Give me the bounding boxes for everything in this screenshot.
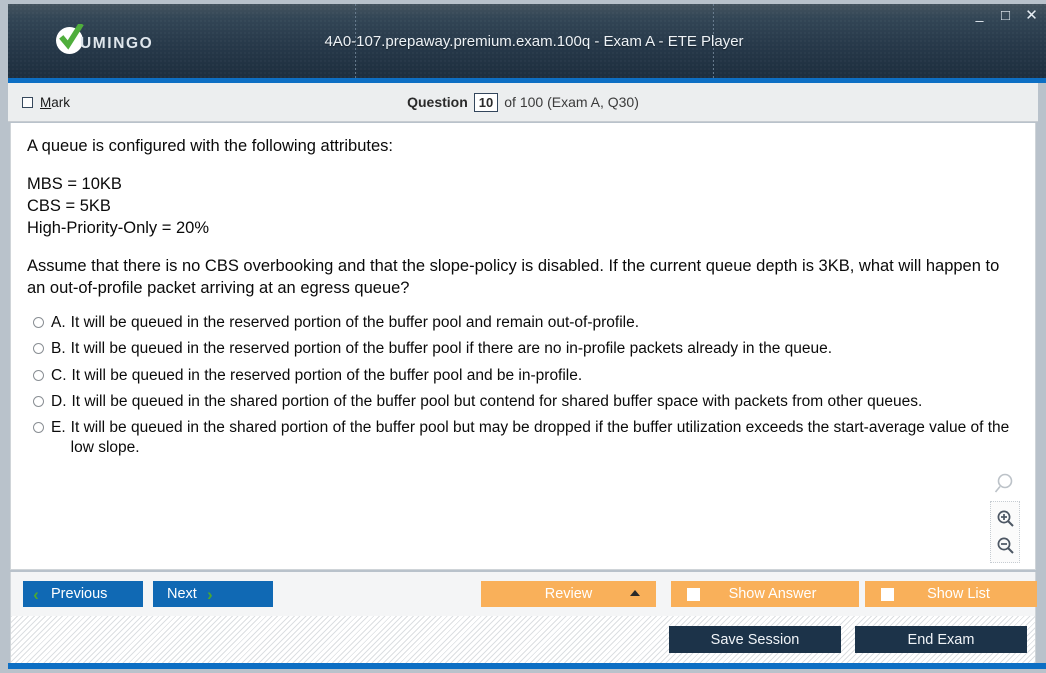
question-body: A queue is configured with the following… xyxy=(27,136,1019,240)
brand-logo: UMINGO xyxy=(56,24,154,54)
show-answer-label: Show Answer xyxy=(728,586,817,602)
option-letter: E. xyxy=(51,418,66,436)
question-attribute-2: High-Priority-Only = 20% xyxy=(27,218,210,237)
question-prompt: Assume that there is no CBS overbooking … xyxy=(27,256,1000,297)
window-title: 4A0-107.prepaway.premium.exam.100q - Exa… xyxy=(324,32,744,50)
option-text: It will be queued in the reserved portio… xyxy=(70,314,640,332)
review-button[interactable]: Review xyxy=(481,581,656,607)
option-letter: D. xyxy=(51,392,67,410)
chevron-left-icon: ‹ xyxy=(33,584,39,604)
footer-bar: Save Session End Exam xyxy=(10,616,1036,663)
question-number-input[interactable]: 10 xyxy=(473,92,499,112)
previous-button[interactable]: ‹ Previous xyxy=(23,581,143,607)
question-status-bar: Mark Question 10 of 100 (Exam A, Q30) xyxy=(8,83,1038,122)
question-word: Question xyxy=(407,94,468,110)
checkbox-icon[interactable] xyxy=(687,587,700,601)
question-attribute-1: CBS = 5KB xyxy=(27,197,111,216)
chevron-right-icon: › xyxy=(206,584,213,604)
mark-checkbox-group[interactable]: Mark xyxy=(22,95,70,110)
question-total-label: of 100 (Exam A, Q30) xyxy=(504,94,639,110)
answer-option-e[interactable]: E. It will be queued in the shared porti… xyxy=(11,418,1035,458)
previous-label: Previous xyxy=(51,586,108,602)
answer-option-b[interactable]: B. It will be queued in the reserved por… xyxy=(11,339,1035,359)
radio-icon[interactable] xyxy=(33,317,44,329)
chevron-up-icon xyxy=(630,590,640,596)
option-letter: A. xyxy=(51,314,66,332)
radio-icon[interactable] xyxy=(33,395,44,407)
answer-option-d[interactable]: D. It will be queued in the shared porti… xyxy=(11,392,1035,412)
mark-label-rest: ark xyxy=(51,94,71,110)
option-text: It will be queued in the reserved portio… xyxy=(70,340,833,358)
brand-name: UMINGO xyxy=(80,34,154,52)
option-text: It will be queued in the reserved portio… xyxy=(71,366,583,384)
navigation-bar: ‹ Previous Next › Review Show Answer Sho… xyxy=(10,572,1037,616)
question-counter: Question 10 of 100 (Exam A, Q30) xyxy=(8,92,1038,112)
window-controls: _ □ ✕ xyxy=(971,7,1040,23)
option-text: It will be queued in the shared portion … xyxy=(71,392,923,410)
show-list-label: Show List xyxy=(927,586,990,602)
window-frame-left-edge xyxy=(0,0,8,673)
option-letter: C. xyxy=(51,366,67,384)
mark-checkbox[interactable] xyxy=(22,96,33,108)
radio-icon[interactable] xyxy=(33,421,44,433)
radio-icon[interactable] xyxy=(33,369,44,381)
zoom-out-icon[interactable] xyxy=(996,536,1015,555)
question-intro: A queue is configured with the following… xyxy=(27,137,393,155)
save-session-button[interactable]: Save Session xyxy=(669,626,841,653)
radio-icon[interactable] xyxy=(33,343,44,355)
footer-accent-bar xyxy=(8,663,1046,669)
question-content-area: A queue is configured with the following… xyxy=(10,123,1036,570)
end-exam-button[interactable]: End Exam xyxy=(855,626,1027,653)
answer-option-a[interactable]: A. It will be queued in the reserved por… xyxy=(11,313,1035,333)
minimize-icon[interactable]: _ xyxy=(971,7,988,23)
next-button[interactable]: Next › xyxy=(153,581,273,607)
option-text: It will be queued in the shared portion … xyxy=(70,418,1010,456)
show-answer-button[interactable]: Show Answer xyxy=(671,581,859,607)
answer-option-c[interactable]: C. It will be queued in the reserved por… xyxy=(11,366,1035,386)
close-icon[interactable]: ✕ xyxy=(1023,8,1040,23)
answer-options-list: A. It will be queued in the reserved por… xyxy=(11,313,1035,458)
show-list-button[interactable]: Show List xyxy=(865,581,1037,607)
title-bar: UMINGO 4A0-107.prepaway.premium.exam.100… xyxy=(8,4,1046,78)
question-attribute-0: MBS = 10KB xyxy=(27,175,122,194)
application-window: UMINGO 4A0-107.prepaway.premium.exam.100… xyxy=(0,0,1046,673)
next-label: Next xyxy=(167,586,197,602)
zoom-in-icon[interactable] xyxy=(996,509,1015,528)
mark-accel-letter: M xyxy=(40,94,52,110)
mark-label: Mark xyxy=(40,95,70,110)
check-circle-icon xyxy=(56,24,84,54)
option-letter: B. xyxy=(51,340,66,358)
magnifier-icon xyxy=(994,473,1016,502)
maximize-icon[interactable]: □ xyxy=(997,8,1014,23)
zoom-button-panel xyxy=(990,501,1020,563)
checkbox-icon[interactable] xyxy=(881,587,894,601)
